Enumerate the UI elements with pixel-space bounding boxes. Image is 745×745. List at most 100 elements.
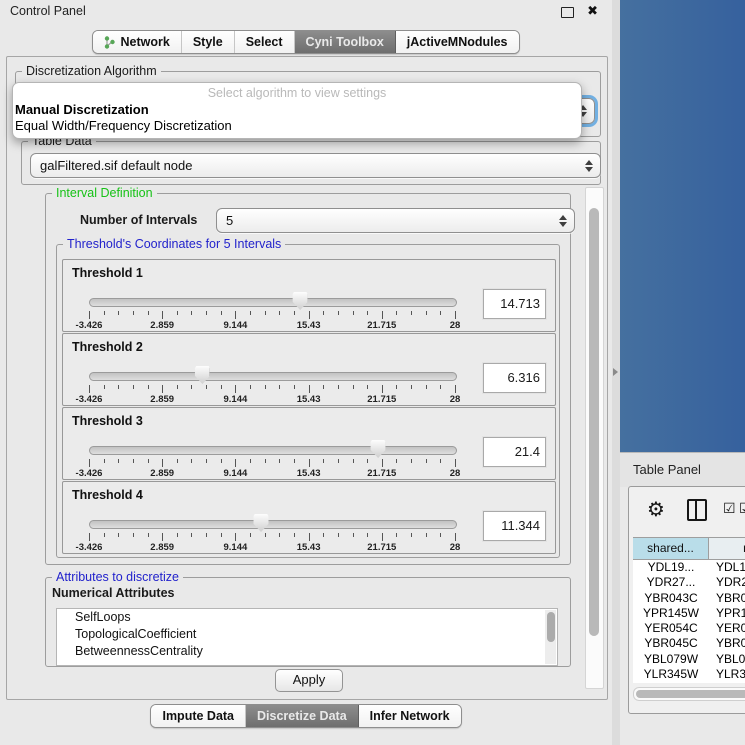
table-cell[interactable]: YBR0	[709, 591, 745, 606]
apply-button[interactable]: Apply	[275, 669, 343, 692]
table-panel: ⚙ ☑ ☑ shared... n YDL19...YDL1YDR27...YD…	[628, 486, 745, 714]
threshold-2-slider[interactable]: -3.4262.8599.14415.4321.71528	[89, 367, 455, 401]
table-row[interactable]: YPR145WYPR1	[633, 606, 745, 621]
table-cell[interactable]: YDL1	[709, 560, 745, 575]
table-cell[interactable]: YBR0	[709, 636, 745, 651]
slider-scale-labels: -3.4262.8599.14415.4321.71528	[89, 320, 455, 330]
table-cell[interactable]: YIL052C	[633, 682, 709, 683]
table-row[interactable]: YLR345WYLR3	[633, 667, 745, 682]
table-row[interactable]: YDR27...YDR2	[633, 575, 745, 590]
dropdown-option-manual[interactable]: Manual Discretization	[15, 102, 149, 117]
panel-scrollbar[interactable]	[585, 187, 604, 689]
table-cell[interactable]: YBR045C	[633, 636, 709, 651]
group-title: Interval Definition	[52, 186, 157, 200]
panel-title: Control Panel	[10, 4, 86, 18]
table-cell[interactable]: YLR3	[709, 667, 745, 682]
slider-thumb[interactable]	[195, 366, 210, 384]
threshold-1-box: Threshold 1 -3.4262.8599.14415.4321.7152…	[62, 259, 556, 332]
gear-icon[interactable]: ⚙	[647, 497, 665, 522]
tab-discretize-data[interactable]: Discretize Data	[246, 705, 359, 727]
control-panel-titlebar: Control Panel ✖	[0, 0, 612, 22]
tab-style[interactable]: Style	[182, 31, 235, 53]
interval-definition-group: Interval Definition Number of Intervals …	[45, 193, 571, 565]
tab-cyni-toolbox[interactable]: Cyni Toolbox	[295, 31, 396, 53]
threshold-1-slider[interactable]: -3.4262.8599.14415.4321.71528	[89, 293, 455, 327]
table-panel-titlebar: Table Panel	[620, 452, 745, 487]
threshold-3-box: Threshold 3 -3.4262.8599.14415.4321.7152…	[62, 407, 556, 480]
table-row[interactable]: YBR045CYBR0	[633, 636, 745, 651]
node-table: shared... n YDL19...YDL1YDR27...YDR2YBR0…	[633, 537, 745, 683]
table-row[interactable]: YIL052CYIL0	[633, 682, 745, 683]
table-cell[interactable]: YIL0	[709, 682, 745, 683]
network-view-frame: GAL80GCGAL11GAL4GCY1HHAP2	[620, 0, 745, 452]
table-cell[interactable]: YPR1	[709, 606, 745, 621]
tab-network[interactable]: Network	[93, 31, 181, 53]
table-cell[interactable]: YBR043C	[633, 591, 709, 606]
tab-jactivemnodules[interactable]: jActiveMNodules	[396, 31, 519, 53]
table-cell[interactable]: YDR27...	[633, 575, 709, 590]
float-window-icon[interactable]	[561, 7, 574, 18]
table-panel-title: Table Panel	[633, 462, 701, 477]
tab-impute-data[interactable]: Impute Data	[151, 705, 246, 727]
table-row[interactable]: YER054CYER0	[633, 621, 745, 636]
group-title: Attributes to discretize	[52, 570, 183, 584]
column-header-shared-name[interactable]: shared...	[633, 538, 709, 559]
tab-label: Network	[120, 35, 169, 49]
table-row[interactable]: YDL19...YDL1	[633, 560, 745, 575]
cyni-toolbox-panel: Discretization Algorithm Table Data galF…	[6, 56, 608, 700]
panel-divider[interactable]	[612, 0, 620, 745]
table-cell[interactable]: YPR145W	[633, 606, 709, 621]
table-row[interactable]: YBR043CYBR0	[633, 591, 745, 606]
control-panel: Control Panel ✖ Network Style Select	[0, 0, 612, 745]
table-cell[interactable]: YBL0	[709, 652, 745, 667]
threshold-2-value-field[interactable]: 6.316	[483, 363, 546, 393]
list-item[interactable]: SelfLoops	[57, 609, 557, 626]
num-intervals-combobox[interactable]: 5	[216, 208, 575, 233]
table-horizontal-scrollbar[interactable]	[633, 687, 745, 701]
attributes-group: Attributes to discretize Numerical Attri…	[45, 577, 571, 667]
columns-icon[interactable]	[687, 499, 707, 521]
tab-infer-network[interactable]: Infer Network	[359, 705, 461, 727]
table-cell[interactable]: YER054C	[633, 621, 709, 636]
list-item[interactable]: BetweennessCentrality	[57, 643, 557, 660]
dropdown-hint: Select algorithm to view settings	[13, 86, 581, 100]
combo-arrows-icon	[584, 160, 593, 172]
table-cell[interactable]: YBL079W	[633, 652, 709, 667]
collapse-arrow-icon[interactable]	[613, 368, 618, 376]
slider-ticks	[89, 459, 455, 467]
tab-select[interactable]: Select	[235, 31, 295, 53]
checkbox-select-all-icon[interactable]: ☑	[739, 500, 745, 517]
table-cell[interactable]: YER0	[709, 621, 745, 636]
slider-thumb[interactable]	[293, 292, 308, 310]
table-cell[interactable]: YLR345W	[633, 667, 709, 682]
num-intervals-label: Number of Intervals	[80, 213, 197, 227]
threshold-3-slider[interactable]: -3.4262.8599.14415.4321.71528	[89, 441, 455, 475]
table-row[interactable]: YBL079WYBL0	[633, 652, 745, 667]
slider-thumb[interactable]	[254, 514, 269, 532]
table-data-combobox[interactable]: galFiltered.sif default node	[30, 153, 601, 178]
numerical-attributes-list[interactable]: SelfLoops TopologicalCoefficient Between…	[56, 608, 558, 666]
bottom-tabbar: Impute Data Discretize Data Infer Networ…	[0, 704, 612, 728]
column-header-name[interactable]: n	[709, 538, 745, 559]
table-cell[interactable]: YDR2	[709, 575, 745, 590]
list-scrollbar[interactable]	[545, 610, 556, 664]
table-data-group: Table Data galFiltered.sif default node	[21, 141, 601, 185]
slider-thumb[interactable]	[371, 440, 386, 458]
dropdown-option-equal-width[interactable]: Equal Width/Frequency Discretization	[15, 118, 232, 133]
list-item[interactable]: TopologicalCoefficient	[57, 626, 557, 643]
slider-scale-labels: -3.4262.8599.14415.4321.71528	[89, 542, 455, 552]
threshold-4-value-field[interactable]: 11.344	[483, 511, 546, 541]
threshold-4-slider[interactable]: -3.4262.8599.14415.4321.71528	[89, 515, 455, 549]
network-icon	[104, 36, 115, 49]
close-icon[interactable]: ✖	[587, 3, 598, 19]
threshold-1-value-field[interactable]: 14.713	[483, 289, 546, 319]
table-data-value: galFiltered.sif default node	[40, 158, 192, 173]
table-cell[interactable]: YDL19...	[633, 560, 709, 575]
slider-ticks	[89, 533, 455, 541]
group-title: Threshold's Coordinates for 5 Intervals	[63, 237, 285, 251]
table-header-row: shared... n	[633, 537, 745, 560]
num-intervals-value: 5	[226, 213, 233, 228]
app-root: Control Panel ✖ Network Style Select	[0, 0, 745, 745]
threshold-3-value-field[interactable]: 21.4	[483, 437, 546, 467]
checkbox-select-icon[interactable]: ☑	[723, 500, 736, 517]
